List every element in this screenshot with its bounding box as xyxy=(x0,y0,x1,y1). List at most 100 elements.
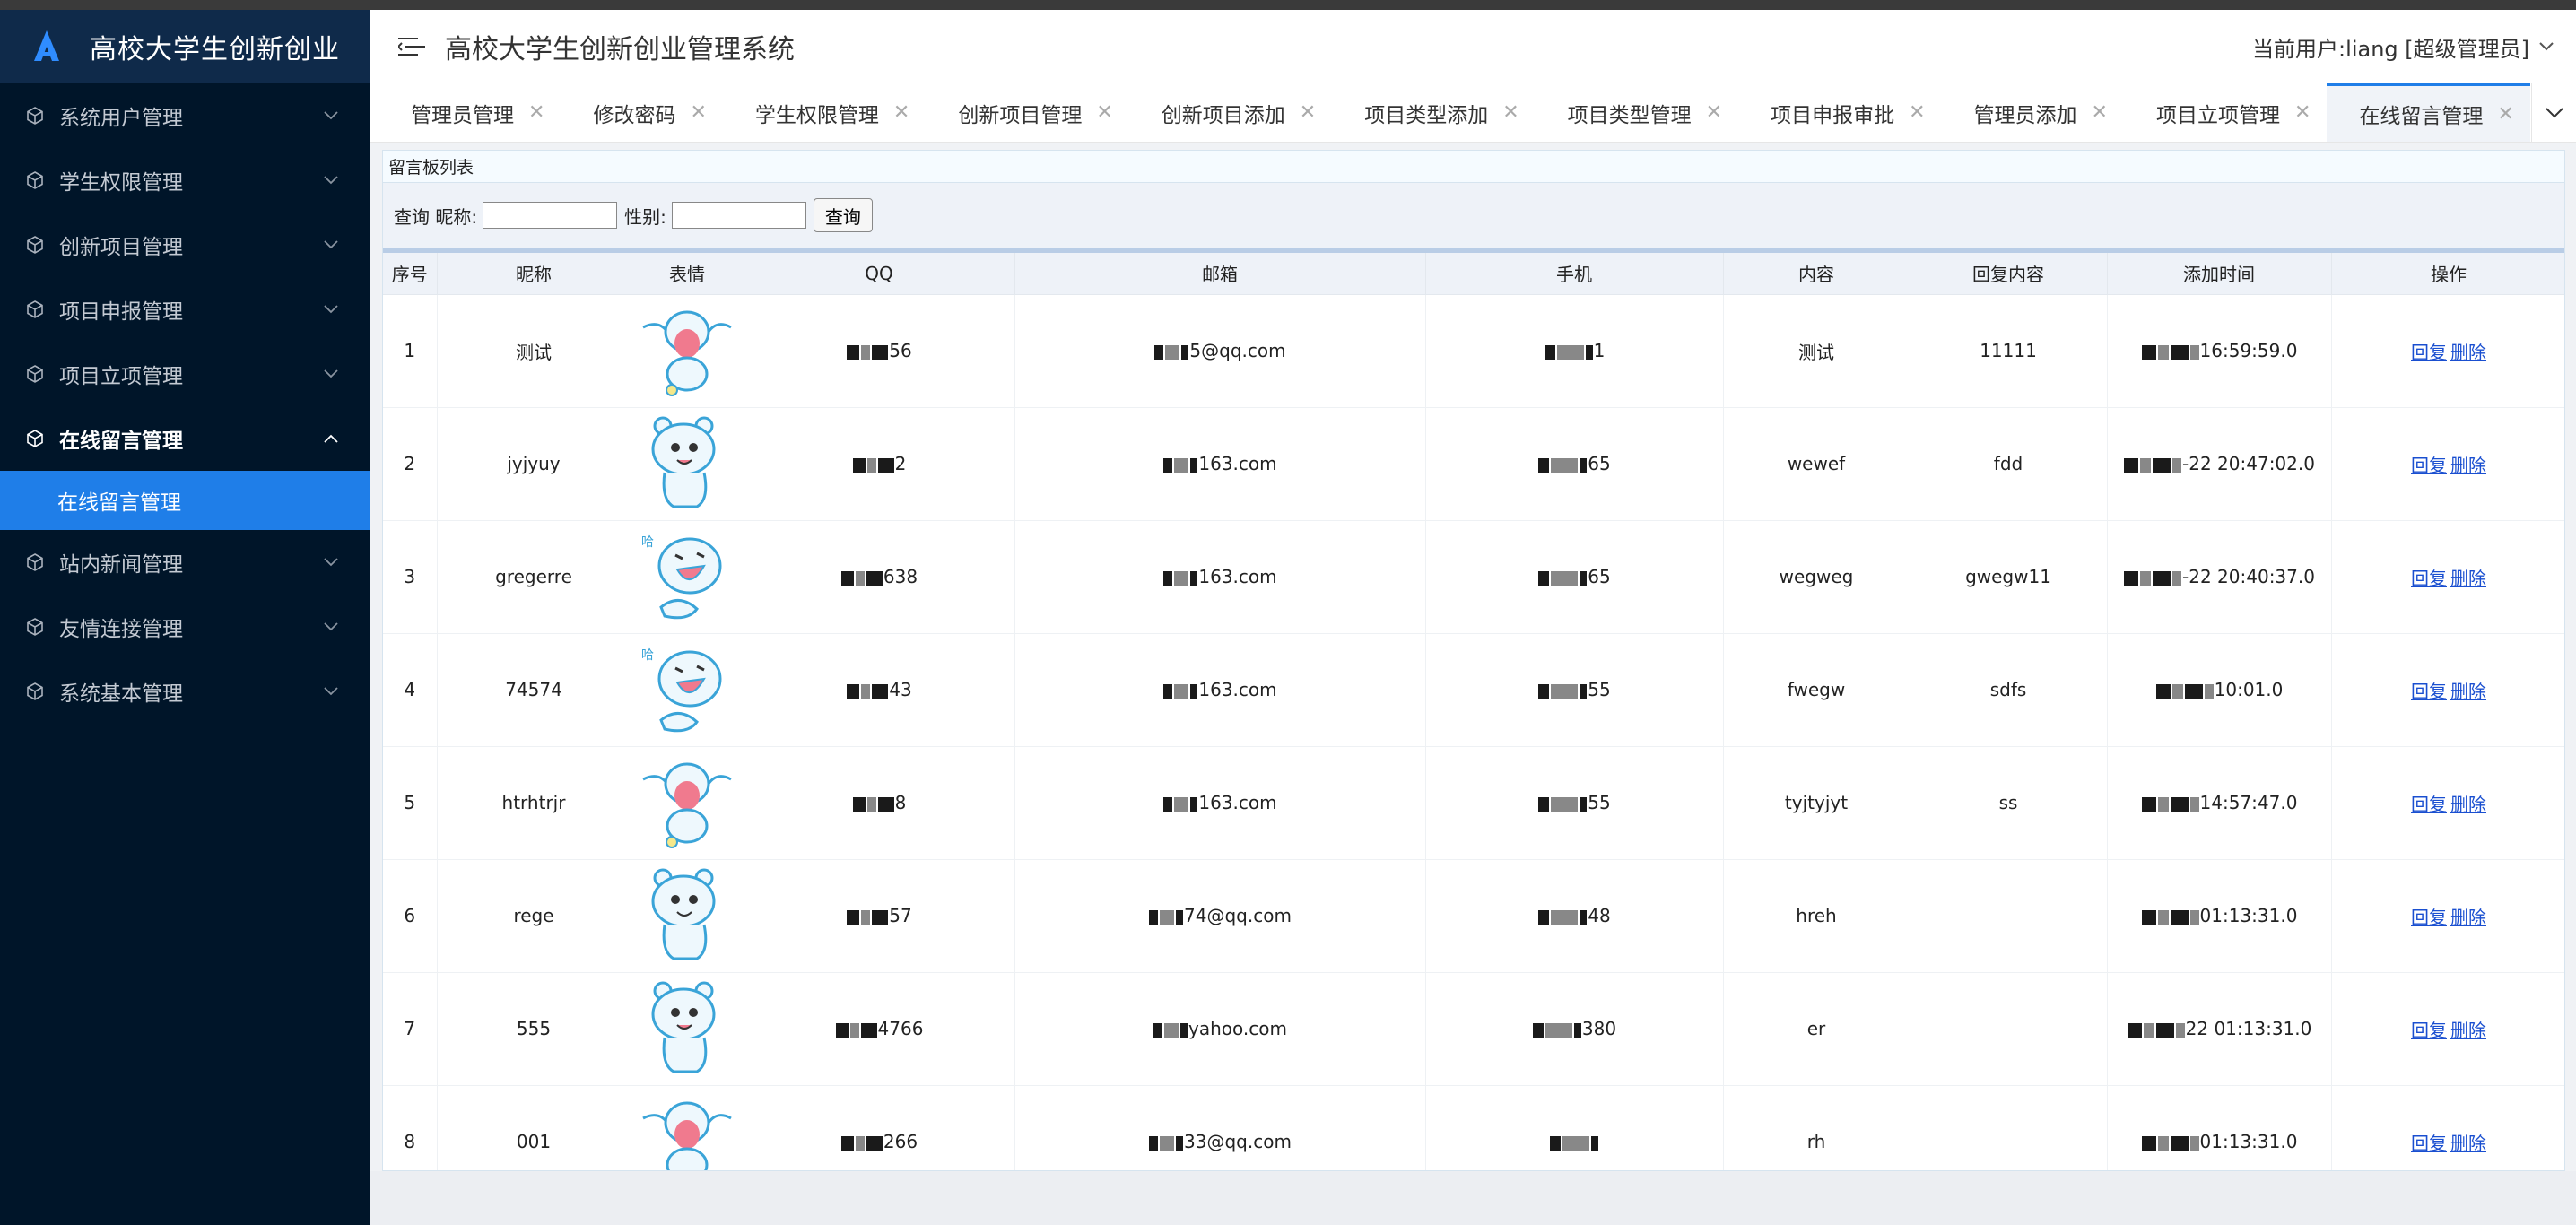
tab-label: 项目申报审批 xyxy=(1771,103,1895,127)
delete-link[interactable]: 删除 xyxy=(2450,794,2486,815)
reply-link[interactable]: 回复 xyxy=(2411,568,2447,589)
svg-text:哈: 哈 xyxy=(641,648,654,663)
search-bar: 查询 昵称: 性别: 查询 xyxy=(383,183,2564,253)
panel-title: 留言板列表 xyxy=(383,151,2564,183)
tab-0[interactable]: 管理员管理 ✕ xyxy=(379,83,561,142)
close-icon[interactable]: ✕ xyxy=(1502,101,1519,124)
redaction-mark xyxy=(1550,1135,1561,1151)
tab-5[interactable]: 项目类型添加 ✕ xyxy=(1332,83,1535,142)
reply-link[interactable]: 回复 xyxy=(2411,1133,2447,1154)
close-icon[interactable]: ✕ xyxy=(2497,103,2513,126)
sidebar-item-8[interactable]: 系统基本管理 xyxy=(0,659,370,724)
sidebar-item-5[interactable]: 在线留言管理 xyxy=(0,406,370,471)
sidebar-item-7[interactable]: 友情连接管理 xyxy=(0,595,370,659)
visible-value: 2 xyxy=(894,453,907,474)
sidebar-item-2[interactable]: 创新项目管理 xyxy=(0,213,370,277)
reply-link[interactable]: 回复 xyxy=(2411,907,2447,928)
user-menu[interactable]: 当前用户:liang [超级管理员] xyxy=(2252,31,2554,63)
reply-link[interactable]: 回复 xyxy=(2411,342,2447,363)
nickname-input[interactable] xyxy=(483,202,618,229)
close-icon[interactable]: ✕ xyxy=(2294,101,2311,124)
redaction-mark xyxy=(1538,909,1550,925)
visible-value: 4766 xyxy=(877,1018,924,1039)
gender-input[interactable] xyxy=(671,202,806,229)
delete-link[interactable]: 删除 xyxy=(2450,342,2486,363)
delete-link[interactable]: 删除 xyxy=(2450,681,2486,702)
masked-value: 4766 xyxy=(835,1018,924,1039)
cube-icon xyxy=(27,553,43,571)
cell-nickname: 74574 xyxy=(437,633,631,747)
visible-value: 43 xyxy=(889,679,912,700)
tab-4[interactable]: 创新项目添加 ✕ xyxy=(1129,83,1332,142)
masked-value: 14:57:47.0 xyxy=(2141,792,2298,813)
tab-10[interactable]: 在线留言管理 ✕ xyxy=(2327,83,2530,142)
cell-no: 3 xyxy=(383,520,438,634)
tab-9[interactable]: 项目立项管理 ✕ xyxy=(2124,83,2327,142)
visible-value: 01:13:31.0 xyxy=(2199,905,2298,926)
reply-link[interactable]: 回复 xyxy=(2411,455,2447,476)
sidebar-subitem-active[interactable]: 在线留言管理 xyxy=(0,471,370,530)
close-icon[interactable]: ✕ xyxy=(2092,101,2108,124)
reply-link[interactable]: 回复 xyxy=(2411,681,2447,702)
tab-label: 创新项目管理 xyxy=(958,103,1083,127)
sidebar-item-3[interactable]: 项目申报管理 xyxy=(0,277,370,342)
cell-time: 10:01.0 xyxy=(2107,633,2332,747)
close-icon[interactable]: ✕ xyxy=(1096,101,1112,124)
tab-8[interactable]: 管理员添加 ✕ xyxy=(1942,83,2124,142)
delete-link[interactable]: 删除 xyxy=(2450,455,2486,476)
bear-think-icon xyxy=(651,981,716,1073)
close-icon[interactable]: ✕ xyxy=(1909,101,1925,124)
close-icon[interactable]: ✕ xyxy=(690,101,706,124)
redaction-mark xyxy=(1176,1135,1184,1151)
redaction-mark xyxy=(1190,796,1198,812)
tab-label: 修改密码 xyxy=(593,103,676,127)
tab-3[interactable]: 创新项目管理 ✕ xyxy=(926,83,1128,142)
menu-toggle-icon[interactable] xyxy=(398,36,425,57)
tab-more-button[interactable] xyxy=(2531,83,2576,142)
redaction-mark xyxy=(840,1135,854,1151)
reply-link[interactable]: 回复 xyxy=(2411,1020,2447,1041)
visible-value: 55 xyxy=(1588,792,1611,813)
cell-content: tyjtyjyt xyxy=(1723,746,1910,860)
tab-6[interactable]: 项目类型管理 ✕ xyxy=(1536,83,1738,142)
visible-value: 5@qq.com xyxy=(1189,340,1286,361)
delete-link[interactable]: 删除 xyxy=(2450,1133,2486,1154)
close-icon[interactable]: ✕ xyxy=(893,101,909,124)
sidebar-item-0[interactable]: 系统用户管理 xyxy=(0,83,370,148)
sidebar-item-6[interactable]: 站内新闻管理 xyxy=(0,530,370,595)
tab-1[interactable]: 修改密码 ✕ xyxy=(561,83,722,142)
cell-time: -22 20:47:02.0 xyxy=(2107,407,2332,521)
redaction-mark xyxy=(1580,570,1588,586)
cell-time: 22 01:13:31.0 xyxy=(2107,972,2332,1086)
tab-7[interactable]: 项目申报审批 ✕ xyxy=(1738,83,1941,142)
close-icon[interactable]: ✕ xyxy=(1706,101,1722,124)
cell-email: 163.com xyxy=(1014,407,1426,521)
redaction-mark xyxy=(2184,683,2203,699)
cell-reply: 11111 xyxy=(1910,294,2108,408)
chevron-down-icon xyxy=(324,558,338,567)
sidebar-item-4[interactable]: 项目立项管理 xyxy=(0,342,370,406)
masked-value: 380 xyxy=(1532,1018,1616,1039)
chevron-up-icon xyxy=(324,434,338,443)
visible-value: 56 xyxy=(889,340,912,361)
close-icon[interactable]: ✕ xyxy=(1300,101,1316,124)
tab-2[interactable]: 学生权限管理 ✕ xyxy=(723,83,926,142)
redaction-mark xyxy=(1180,1022,1188,1038)
column-header: 操作 xyxy=(2331,253,2564,295)
search-button[interactable]: 查询 xyxy=(813,198,873,232)
masked-value: yahoo.com xyxy=(1153,1018,1287,1039)
bear-tongue-icon xyxy=(651,416,716,508)
delete-link[interactable]: 删除 xyxy=(2450,1020,2486,1041)
visible-value: 14:57:47.0 xyxy=(2199,792,2298,813)
close-icon[interactable]: ✕ xyxy=(528,101,544,124)
delete-link[interactable]: 删除 xyxy=(2450,907,2486,928)
redaction-mark xyxy=(2140,457,2152,473)
redaction-mark xyxy=(1580,909,1588,925)
masked-value: 163.com xyxy=(1162,679,1277,700)
redaction-mark xyxy=(847,683,860,699)
redaction-mark xyxy=(855,1135,865,1151)
redaction-mark xyxy=(2170,796,2189,812)
sidebar-item-1[interactable]: 学生权限管理 xyxy=(0,148,370,213)
reply-link[interactable]: 回复 xyxy=(2411,794,2447,815)
delete-link[interactable]: 删除 xyxy=(2450,568,2486,589)
